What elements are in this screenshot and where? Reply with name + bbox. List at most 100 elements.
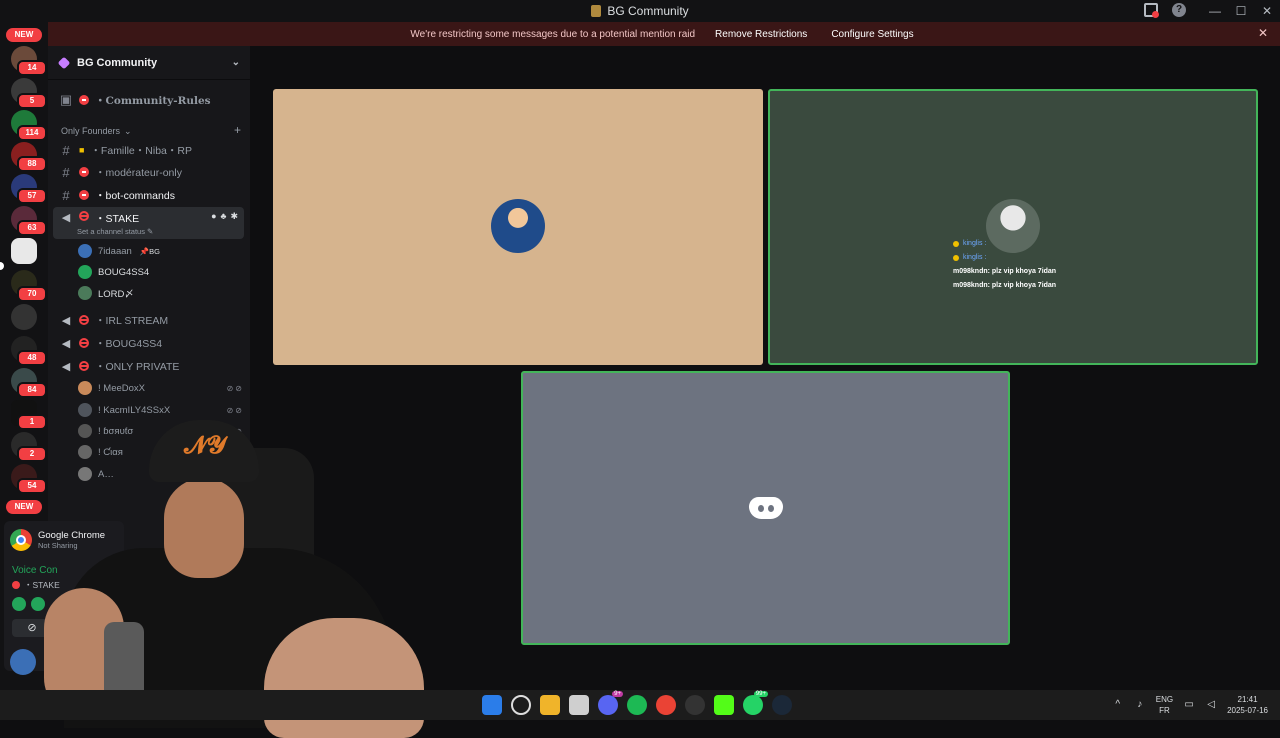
user-tag: 📌BG [139,246,160,256]
channel-status[interactable]: Set a channel status ✎ [77,227,153,236]
discord-icon[interactable]: 9+ [598,691,623,715]
channel-label: ・Famille・Niba・RP [90,144,192,157]
close-window-button[interactable]: ✕ [1254,4,1280,18]
mention-badge: 1 [17,414,47,430]
new-badge: NEW [6,28,42,42]
server-icon-9[interactable] [11,304,37,330]
whatsapp-icon[interactable]: 99+ [743,691,768,715]
avatar [78,403,92,417]
discord-activity-icon[interactable] [31,597,45,611]
channel-label: ・Community-Rules [95,94,211,107]
participant-tile-speaking[interactable]: kinglis : kinglis : m098kndn: plz vip kh… [768,89,1258,365]
no-entry-icon [79,211,89,221]
store-icon[interactable] [569,695,589,715]
category-label: Only Founders [61,126,121,136]
no-entry-icon [79,338,89,348]
channel-label: ・BOUG4SS4 [95,337,163,350]
mention-badge: 57 [17,188,47,204]
chat-line: kinglis : [953,251,1056,265]
server-icon [591,5,602,17]
voice-user[interactable]: ! MeeDoxX ⊘⊘ [78,378,244,398]
microphone-icon[interactable]: ♪ [1134,699,1146,711]
maximize-button[interactable]: ☐ [1228,4,1254,18]
voice-user[interactable]: BOUG4SS4 [78,262,244,282]
server-icon-bg-community[interactable] [11,238,37,264]
channel-community-rules[interactable]: ▣ ・Community-Rules [53,89,244,111]
selected-server-indicator [0,262,4,270]
user-name: ! MeeDoxX [98,382,145,394]
streamer-head [164,478,244,578]
voice-channel-only-private[interactable]: ◀ ・ONLY PRIVATE [53,355,244,377]
invite-icon[interactable]: ♣ [221,211,227,222]
participant-avatar [491,199,545,253]
os-taskbar: 9+ 99+ ^ ♪ ENG FR ▭ ◁ 21:41 2025-07-16 [0,690,1280,720]
channel-bot-commands[interactable]: # ・bot-commands [53,184,244,206]
user-name: LORD〆 [98,289,134,300]
mention-badge: 2 [17,446,47,462]
obs-icon[interactable] [685,695,705,715]
help-icon[interactable]: ? [1172,3,1186,17]
voice-user[interactable]: LORD〆 [78,283,244,303]
webcam-overlay: 𝓝𝓨 [44,418,424,738]
chat-line: kinglis : [953,237,1056,251]
avatar [78,286,92,300]
speaker-icon: ◀ [61,338,71,350]
ny-logo: 𝓝𝓨 [184,432,226,459]
voice-channel-irl[interactable]: ◀ ・IRL STREAM [53,309,244,331]
no-entry-icon [79,167,89,177]
chat-line: m098kndn: plz vip khoya 7idan [953,268,1057,275]
voice-channel-boug[interactable]: ◀ ・BOUG4SS4 [53,332,244,354]
configure-settings-button[interactable]: Configure Settings [827,27,917,42]
chevron-up-icon[interactable]: ^ [1112,699,1124,711]
hashtag-icon: # [62,187,70,203]
user-avatar[interactable] [10,649,36,675]
activity-icon[interactable] [12,597,26,611]
voice-user[interactable]: ! KacmILY4SSxX ⊘⊘ [78,400,244,420]
add-channel-icon[interactable]: + [234,124,241,137]
category-only-founders[interactable]: Only Founders ⌄ + [61,124,241,137]
participant-tile[interactable] [273,89,763,365]
network-icon[interactable]: ▭ [1183,699,1195,711]
channel-moderateur[interactable]: # ・modérateur-only [53,161,244,183]
no-entry-icon [79,361,89,371]
no-entry-icon [12,581,20,589]
search-icon[interactable] [511,695,531,715]
avatar [78,381,92,395]
kick-icon[interactable] [714,695,734,715]
muted-deafened-icon: ⊘⊘ [226,405,244,415]
close-banner-icon[interactable]: ✕ [1258,26,1268,40]
chrome-icon[interactable] [656,695,676,715]
folder-icon[interactable] [540,695,560,715]
rules-icon: ▣ [59,92,73,107]
chat-line: m098kndn: plz vip khoya 7idan [953,282,1057,289]
raid-warning-text: We're restricting some messages due to a… [410,28,696,40]
chat-icon[interactable]: ● [211,211,216,222]
window-controls: — ☐ ✕ [1202,0,1280,22]
voice-user[interactable]: 7idaaan 📌BG [78,241,244,261]
no-entry-icon [79,190,89,200]
remove-restrictions-button[interactable]: Remove Restrictions [711,27,811,42]
start-icon[interactable] [482,695,502,715]
boost-icon [57,56,71,69]
system-tray: ^ ♪ ENG FR ▭ ◁ 21:41 2025-07-16 [1112,694,1268,716]
participant-tile-speaking[interactable] [521,371,1010,645]
window-title: BG Community [591,4,689,18]
speaker-icon: ◀ [61,361,71,373]
spotify-icon[interactable] [627,695,647,715]
inbox-icon[interactable] [1144,3,1159,18]
guild-header[interactable]: BG Community ⌄ [48,46,250,80]
steam-icon[interactable] [772,695,792,715]
volume-icon[interactable]: ◁ [1205,699,1217,711]
clock[interactable]: 21:41 2025-07-16 [1227,694,1268,716]
channel-famille[interactable]: # ■ ・Famille・Niba・RP [53,139,244,161]
chrome-icon [10,529,32,551]
no-entry-icon [79,315,89,325]
avatar [78,265,92,279]
language-indicator[interactable]: ENG FR [1156,694,1173,716]
user-name: BOUG4SS4 [98,266,150,278]
channel-label: ・ONLY PRIVATE [95,360,180,373]
gear-icon[interactable]: ✱ [230,211,238,222]
notification-badge: 9+ [612,691,623,697]
channel-label: ・bot-commands [95,189,175,202]
minimize-button[interactable]: — [1202,4,1228,18]
